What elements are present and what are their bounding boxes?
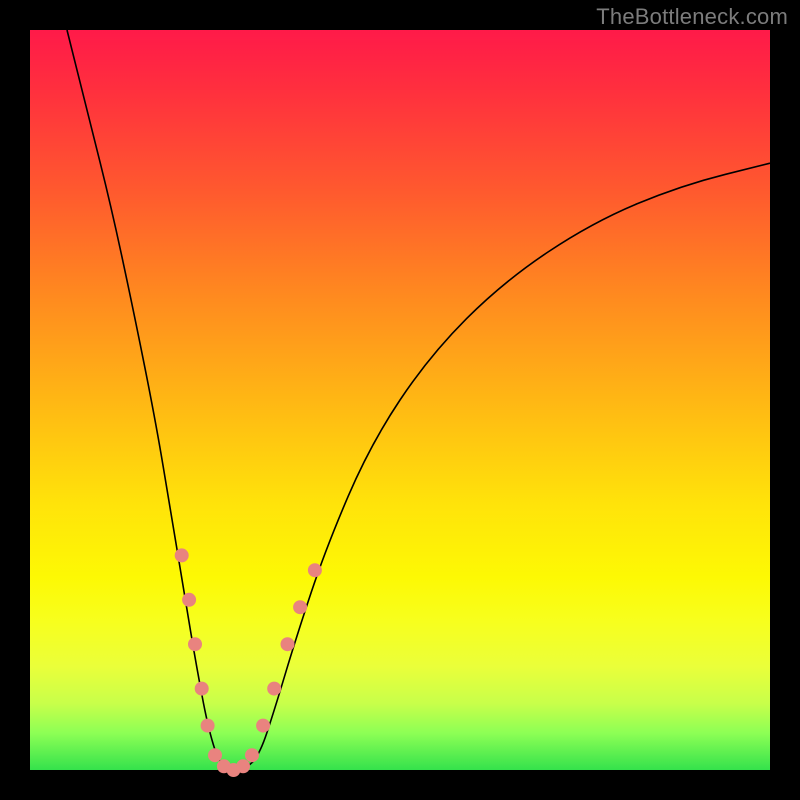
curve-layer [30, 30, 770, 770]
data-dot [188, 637, 202, 651]
chart-frame: TheBottleneck.com [0, 0, 800, 800]
data-dot [175, 548, 189, 562]
data-dot [293, 600, 307, 614]
data-dot [267, 682, 281, 696]
data-dot [256, 719, 270, 733]
watermark-text: TheBottleneck.com [596, 4, 788, 30]
data-dot [208, 748, 222, 762]
bottleneck-curve [67, 30, 770, 770]
data-dot [201, 719, 215, 733]
data-dot [182, 593, 196, 607]
data-dot [245, 748, 259, 762]
plot-area [30, 30, 770, 770]
data-dot [236, 759, 250, 773]
data-dot [195, 682, 209, 696]
data-dot [308, 563, 322, 577]
data-dot [281, 637, 295, 651]
